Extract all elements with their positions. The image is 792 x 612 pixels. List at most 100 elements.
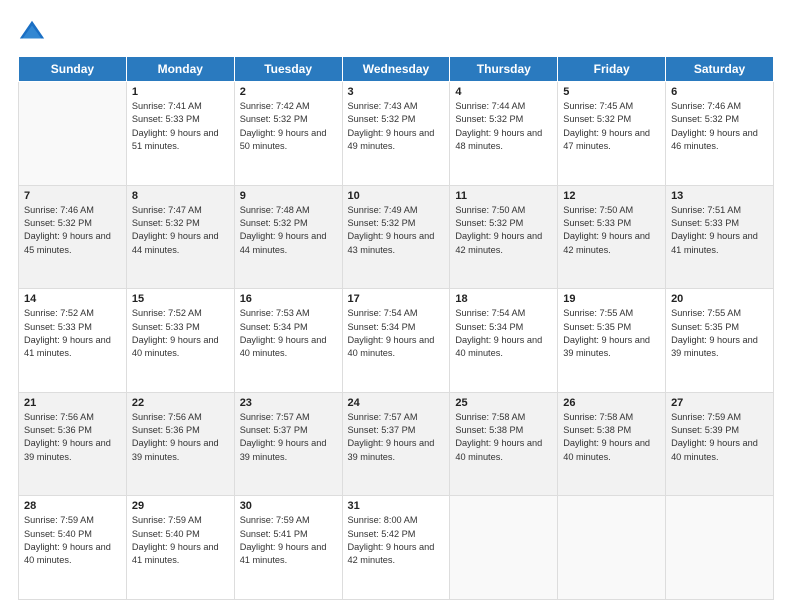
day-detail: Sunrise: 8:00 AMSunset: 5:42 PMDaylight:… [348, 514, 445, 567]
weekday-wednesday: Wednesday [342, 57, 450, 82]
day-number: 26 [563, 397, 660, 409]
calendar-cell: 4 Sunrise: 7:44 AMSunset: 5:32 PMDaylight… [450, 82, 558, 186]
calendar-cell: 12Sunrise: 7:50 AMSunset: 5:33 PMDayligh… [558, 185, 666, 289]
weekday-sunday: Sunday [19, 57, 127, 82]
calendar-cell: 17Sunrise: 7:54 AMSunset: 5:34 PMDayligh… [342, 289, 450, 393]
calendar-cell: 18 Sunrise: 7:54 AMSunset: 5:34 PMDayligh… [450, 289, 558, 393]
day-detail: Sunrise: 7:46 AMSunset: 5:32 PMDaylight:… [24, 204, 121, 257]
calendar-cell: 8Sunrise: 7:47 AMSunset: 5:32 PMDaylight… [126, 185, 234, 289]
calendar-cell: 29 Sunrise: 7:59 AMSunset: 5:40 PMDayligh… [126, 496, 234, 600]
day-number: 10 [348, 190, 445, 202]
day-detail: Sunrise: 7:41 AMSunset: 5:33 PMDaylight:… [132, 100, 229, 153]
day-detail: Sunrise: 7:50 AMSunset: 5:32 PMDaylight:… [455, 204, 552, 257]
day-detail: Sunrise: 7:46 AMSunset: 5:32 PMDaylight:… [671, 100, 768, 153]
calendar-cell: 11 Sunrise: 7:50 AMSunset: 5:32 PMDayligh… [450, 185, 558, 289]
day-detail: Sunrise: 7:56 AMSunset: 5:36 PMDaylight:… [24, 411, 121, 464]
day-detail: Sunrise: 7:58 AMSunset: 5:38 PMDaylight:… [455, 411, 552, 464]
calendar-cell: 23Sunrise: 7:57 AMSunset: 5:37 PMDayligh… [234, 392, 342, 496]
day-number: 14 [24, 293, 121, 305]
calendar-cell [19, 82, 127, 186]
day-number: 28 [24, 500, 121, 512]
day-number: 5 [563, 86, 660, 98]
day-number: 13 [671, 190, 768, 202]
day-detail: Sunrise: 7:56 AMSunset: 5:36 PMDaylight:… [132, 411, 229, 464]
logo [18, 18, 50, 46]
day-detail: Sunrise: 7:48 AMSunset: 5:32 PMDaylight:… [240, 204, 337, 257]
calendar-cell: 24 Sunrise: 7:57 AMSunset: 5:37 PMDayligh… [342, 392, 450, 496]
day-number: 6 [671, 86, 768, 98]
day-number: 15 [132, 293, 229, 305]
calendar-cell: 16Sunrise: 7:53 AMSunset: 5:34 PMDayligh… [234, 289, 342, 393]
day-detail: Sunrise: 7:51 AMSunset: 5:33 PMDaylight:… [671, 204, 768, 257]
day-number: 31 [348, 500, 445, 512]
calendar-cell: 19 Sunrise: 7:55 AMSunset: 5:35 PMDayligh… [558, 289, 666, 393]
day-detail: Sunrise: 7:59 AMSunset: 5:40 PMDaylight:… [24, 514, 121, 567]
day-detail: Sunrise: 7:55 AMSunset: 5:35 PMDaylight:… [671, 307, 768, 360]
day-number: 7 [24, 190, 121, 202]
day-detail: Sunrise: 7:42 AMSunset: 5:32 PMDaylight:… [240, 100, 337, 153]
day-detail: Sunrise: 7:55 AMSunset: 5:35 PMDaylight:… [563, 307, 660, 360]
day-number: 18 [455, 293, 552, 305]
day-detail: Sunrise: 7:52 AMSunset: 5:33 PMDaylight:… [132, 307, 229, 360]
logo-icon [18, 18, 46, 46]
day-detail: Sunrise: 7:58 AMSunset: 5:38 PMDaylight:… [563, 411, 660, 464]
day-number: 3 [348, 86, 445, 98]
calendar-cell: 5Sunrise: 7:45 AMSunset: 5:32 PMDaylight… [558, 82, 666, 186]
day-number: 4 [455, 86, 552, 98]
calendar-cell [666, 496, 774, 600]
page: SundayMondayTuesdayWednesdayThursdayFrid… [0, 0, 792, 612]
weekday-thursday: Thursday [450, 57, 558, 82]
calendar-week-row: 14 Sunrise: 7:52 AMSunset: 5:33 PMDayligh… [19, 289, 774, 393]
day-detail: Sunrise: 7:59 AMSunset: 5:40 PMDaylight:… [132, 514, 229, 567]
day-number: 22 [132, 397, 229, 409]
day-number: 25 [455, 397, 552, 409]
day-detail: Sunrise: 7:52 AMSunset: 5:33 PMDaylight:… [24, 307, 121, 360]
calendar-cell: 2Sunrise: 7:42 AMSunset: 5:32 PMDaylight… [234, 82, 342, 186]
calendar-cell: 14 Sunrise: 7:52 AMSunset: 5:33 PMDayligh… [19, 289, 127, 393]
day-number: 17 [348, 293, 445, 305]
calendar-week-row: 7 Sunrise: 7:46 AMSunset: 5:32 PMDaylight… [19, 185, 774, 289]
day-detail: Sunrise: 7:59 AMSunset: 5:41 PMDaylight:… [240, 514, 337, 567]
weekday-tuesday: Tuesday [234, 57, 342, 82]
calendar-cell: 6 Sunrise: 7:46 AMSunset: 5:32 PMDaylight… [666, 82, 774, 186]
day-number: 19 [563, 293, 660, 305]
day-number: 30 [240, 500, 337, 512]
calendar-cell [558, 496, 666, 600]
calendar-week-row: 21 Sunrise: 7:56 AMSunset: 5:36 PMDayligh… [19, 392, 774, 496]
day-detail: Sunrise: 7:43 AMSunset: 5:32 PMDaylight:… [348, 100, 445, 153]
calendar-cell: 30 Sunrise: 7:59 AMSunset: 5:41 PMDayligh… [234, 496, 342, 600]
calendar-cell: 27Sunrise: 7:59 AMSunset: 5:39 PMDayligh… [666, 392, 774, 496]
calendar-cell: 13 Sunrise: 7:51 AMSunset: 5:33 PMDayligh… [666, 185, 774, 289]
day-number: 20 [671, 293, 768, 305]
calendar-cell: 26 Sunrise: 7:58 AMSunset: 5:38 PMDayligh… [558, 392, 666, 496]
weekday-monday: Monday [126, 57, 234, 82]
weekday-saturday: Saturday [666, 57, 774, 82]
header [18, 18, 774, 46]
day-detail: Sunrise: 7:47 AMSunset: 5:32 PMDaylight:… [132, 204, 229, 257]
calendar-cell: 7 Sunrise: 7:46 AMSunset: 5:32 PMDaylight… [19, 185, 127, 289]
day-number: 29 [132, 500, 229, 512]
day-detail: Sunrise: 7:54 AMSunset: 5:34 PMDaylight:… [455, 307, 552, 360]
day-number: 21 [24, 397, 121, 409]
day-detail: Sunrise: 7:44 AMSunset: 5:32 PMDaylight:… [455, 100, 552, 153]
day-number: 12 [563, 190, 660, 202]
day-detail: Sunrise: 7:49 AMSunset: 5:32 PMDaylight:… [348, 204, 445, 257]
calendar-cell: 22 Sunrise: 7:56 AMSunset: 5:36 PMDayligh… [126, 392, 234, 496]
day-number: 16 [240, 293, 337, 305]
day-number: 27 [671, 397, 768, 409]
calendar-cell [450, 496, 558, 600]
calendar-week-row: 1 Sunrise: 7:41 AMSunset: 5:33 PMDaylight… [19, 82, 774, 186]
day-number: 1 [132, 86, 229, 98]
calendar-cell: 28 Sunrise: 7:59 AMSunset: 5:40 PMDayligh… [19, 496, 127, 600]
calendar-cell: 21 Sunrise: 7:56 AMSunset: 5:36 PMDayligh… [19, 392, 127, 496]
day-detail: Sunrise: 7:57 AMSunset: 5:37 PMDaylight:… [240, 411, 337, 464]
day-number: 24 [348, 397, 445, 409]
calendar-cell: 25 Sunrise: 7:58 AMSunset: 5:38 PMDayligh… [450, 392, 558, 496]
calendar-cell: 15 Sunrise: 7:52 AMSunset: 5:33 PMDayligh… [126, 289, 234, 393]
weekday-friday: Friday [558, 57, 666, 82]
day-detail: Sunrise: 7:57 AMSunset: 5:37 PMDaylight:… [348, 411, 445, 464]
calendar-cell: 10 Sunrise: 7:49 AMSunset: 5:32 PMDayligh… [342, 185, 450, 289]
calendar-table: SundayMondayTuesdayWednesdayThursdayFrid… [18, 56, 774, 600]
calendar-week-row: 28 Sunrise: 7:59 AMSunset: 5:40 PMDayligh… [19, 496, 774, 600]
day-number: 11 [455, 190, 552, 202]
